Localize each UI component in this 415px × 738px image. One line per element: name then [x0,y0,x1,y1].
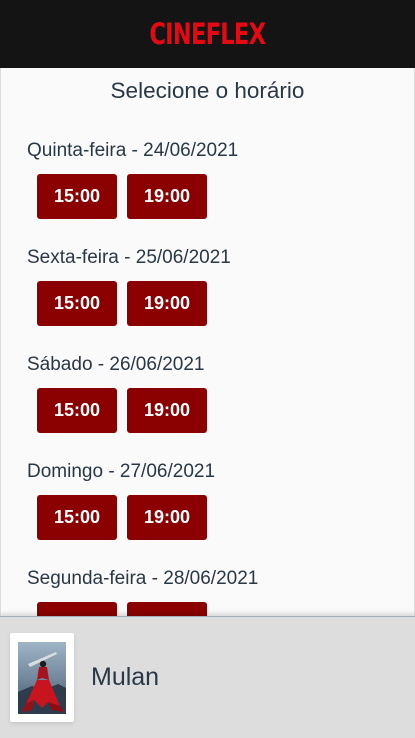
page-title: Selecione o horário [110,78,305,103]
day-section: Quinta-feira - 24/06/2021 15:00 19:00 [1,138,414,219]
app-logo[interactable]: CINEFLEX [150,17,267,51]
showtime-button[interactable]: 15:00 [37,495,117,540]
movie-title: Mulan [91,663,160,691]
showtime-button[interactable]: 15:00 [37,174,117,219]
showtime-button[interactable]: 15:00 [37,388,117,433]
day-section: Sábado - 26/06/2021 15:00 19:00 [1,352,414,433]
showtime-buttons: 15:00 19:00 [27,495,414,540]
poster-frame [10,633,74,722]
top-bar: CINEFLEX [0,0,415,68]
day-label: Domingo - 27/06/2021 [27,461,216,482]
showtime-button[interactable]: 19:00 [127,281,207,326]
showtime-button[interactable]: 19:00 [127,388,207,433]
showtime-button[interactable]: 19:00 [127,602,207,616]
showtimes-list[interactable]: Selecione o horário Quinta-feira - 24/06… [0,68,415,616]
showtime-buttons: 15:00 19:00 [27,388,414,433]
showtime-buttons: 15:00 19:00 [27,602,414,616]
day-section: Sexta-feira - 25/06/2021 15:00 19:00 [1,245,414,326]
showtime-buttons: 15:00 19:00 [27,174,414,219]
day-label: Segunda-feira - 28/06/2021 [27,568,259,589]
day-section: Domingo - 27/06/2021 15:00 19:00 [1,459,414,540]
day-label: Quinta-feira - 24/06/2021 [27,140,239,161]
movie-poster-icon [18,641,66,714]
day-label: Sexta-feira - 25/06/2021 [27,247,231,268]
day-section: Segunda-feira - 28/06/2021 15:00 19:00 [1,566,414,616]
showtime-button[interactable]: 19:00 [127,174,207,219]
showtime-button[interactable]: 15:00 [37,602,117,616]
day-label: Sábado - 26/06/2021 [27,354,205,375]
showtime-button[interactable]: 15:00 [37,281,117,326]
showtime-buttons: 15:00 19:00 [27,281,414,326]
movie-footer: Mulan [0,616,415,738]
showtime-button[interactable]: 19:00 [127,495,207,540]
